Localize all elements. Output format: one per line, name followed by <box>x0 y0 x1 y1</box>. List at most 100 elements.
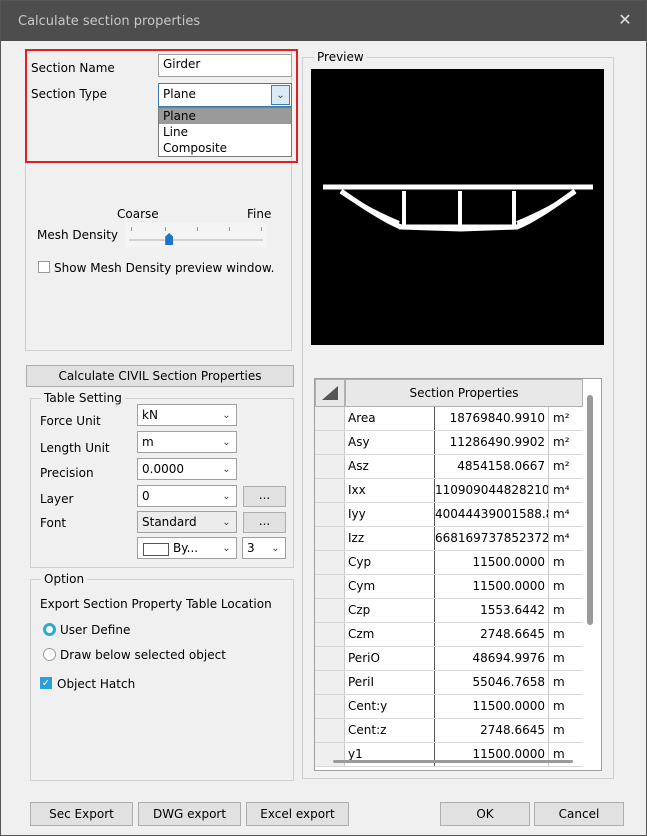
table-row[interactable]: Asy 11286490.9902 m² <box>315 431 583 455</box>
excel-export-button[interactable]: Excel export <box>246 802 349 826</box>
property-value-cell: 18769840.9910 <box>434 407 548 430</box>
row-header-cell[interactable] <box>315 407 345 430</box>
girder-shape-icon <box>323 184 593 232</box>
draw-below-radio[interactable] <box>43 648 56 661</box>
row-header-cell[interactable] <box>315 479 345 502</box>
row-header-cell[interactable] <box>315 647 345 670</box>
property-value-cell: 1553.6442 <box>434 599 548 622</box>
row-header-cell[interactable] <box>315 719 345 742</box>
length-unit-value: m <box>142 435 154 449</box>
layer-browse-button[interactable]: ... <box>243 486 286 507</box>
object-hatch-checkbox[interactable]: ✓ <box>40 677 52 689</box>
dialog-window: Calculate section properties ✕ Section N… <box>0 0 647 836</box>
dwg-export-button[interactable]: DWG export <box>138 802 241 826</box>
mesh-preview-checkbox[interactable] <box>38 261 50 273</box>
property-value-cell: 11500.0000 <box>434 551 548 574</box>
draw-below-label: Draw below selected object <box>60 648 226 662</box>
layer-label: Layer <box>40 492 74 506</box>
calculate-civil-button[interactable]: Calculate CIVIL Section Properties <box>26 365 294 387</box>
property-name-cell: Cym <box>348 579 376 593</box>
property-name-cell: PeriO <box>348 651 380 665</box>
layer-select[interactable]: 0 ⌄ <box>137 485 237 507</box>
length-unit-select[interactable]: m ⌄ <box>137 431 237 453</box>
size-value: 3 <box>247 541 255 555</box>
sec-export-button[interactable]: Sec Export <box>30 802 133 826</box>
row-header-cell[interactable] <box>315 575 345 598</box>
table-row[interactable]: Cyp 11500.0000 m <box>315 551 583 575</box>
row-header-cell[interactable] <box>315 455 345 478</box>
table-row[interactable]: Area 18769840.9910 m² <box>315 407 583 431</box>
row-header-cell[interactable] <box>315 599 345 622</box>
row-header-cell[interactable] <box>315 431 345 454</box>
slider-tick <box>165 227 166 231</box>
chevron-down-icon[interactable]: ⌄ <box>218 433 235 451</box>
force-unit-select[interactable]: kN ⌄ <box>137 404 237 426</box>
table-row[interactable]: Cent:z 2748.6645 m <box>315 719 583 743</box>
property-unit-cell: m <box>548 719 583 742</box>
property-unit-cell: m² <box>548 407 583 430</box>
horizontal-scrollbar[interactable] <box>333 760 573 763</box>
row-header-cell[interactable] <box>315 671 345 694</box>
property-value-cell: 4854158.0667 <box>434 455 548 478</box>
fine-label: Fine <box>247 207 272 221</box>
table-row[interactable]: Czp 1553.6442 m <box>315 599 583 623</box>
property-unit-cell: m <box>548 575 583 598</box>
row-header-cell[interactable] <box>315 527 345 550</box>
table-row[interactable]: PeriO 48694.9976 m <box>315 647 583 671</box>
row-header-cell[interactable] <box>315 551 345 574</box>
chevron-down-icon[interactable]: ⌄ <box>218 487 235 505</box>
property-unit-cell: m <box>548 623 583 646</box>
table-row[interactable]: Izz 668169737852372....m⁴ <box>315 527 583 551</box>
font-browse-label: ... <box>258 514 271 528</box>
chevron-down-icon[interactable]: ⌄ <box>218 513 235 531</box>
mesh-density-slider[interactable] <box>125 223 267 247</box>
coarse-label: Coarse <box>117 207 159 221</box>
chevron-down-icon[interactable]: ⌄ <box>218 539 235 557</box>
slider-track <box>129 239 263 241</box>
property-value-cell: 40044439001588.8,... <box>434 503 548 526</box>
property-value-cell: 2748.6645 <box>434 719 548 742</box>
font-select[interactable]: Standard ⌄ <box>137 511 237 533</box>
user-define-radio[interactable] <box>43 623 56 636</box>
chevron-down-icon[interactable]: ⌄ <box>267 539 284 557</box>
title-bar[interactable]: Calculate section properties ✕ <box>1 1 646 41</box>
section-preview-canvas[interactable] <box>311 69 604 345</box>
property-name-cell: PeriI <box>348 675 374 689</box>
font-browse-button[interactable]: ... <box>243 512 286 533</box>
size-select[interactable]: 3 ⌄ <box>242 537 286 559</box>
row-header-cell[interactable] <box>315 503 345 526</box>
section-properties-table[interactable]: Section Properties Area 18769840.9910 m² As… <box>314 378 602 771</box>
close-icon[interactable]: ✕ <box>616 11 634 29</box>
color-select[interactable]: By... ⌄ <box>137 537 237 559</box>
table-corner[interactable] <box>315 379 345 407</box>
vertical-scrollbar[interactable] <box>587 395 593 625</box>
slider-thumb[interactable] <box>165 233 174 245</box>
ok-button[interactable]: OK <box>440 802 530 826</box>
slider-tick <box>229 227 230 231</box>
length-unit-label: Length Unit <box>40 441 110 455</box>
table-row[interactable]: Czm 2748.6645 m <box>315 623 583 647</box>
chevron-down-icon[interactable]: ⌄ <box>218 460 235 478</box>
table-row[interactable]: y1 11500.0000 m <box>315 743 583 767</box>
precision-select[interactable]: 0.0000 ⌄ <box>137 458 237 480</box>
sec-export-label: Sec Export <box>49 807 114 821</box>
table-row[interactable]: Cent:y 11500.0000 m <box>315 695 583 719</box>
table-row[interactable]: Ixx 110909044828210....m⁴ <box>315 479 583 503</box>
mesh-density-label: Mesh Density <box>37 228 119 242</box>
cancel-button[interactable]: Cancel <box>534 802 624 826</box>
highlight-box <box>25 49 298 163</box>
chevron-down-icon[interactable]: ⌄ <box>218 406 235 424</box>
property-unit-cell: m <box>548 647 583 670</box>
color-swatch <box>143 543 169 556</box>
table-row[interactable]: Iyy 40044439001588.8,...m⁴ <box>315 503 583 527</box>
table-row[interactable]: PeriI 55046.7658 m <box>315 671 583 695</box>
property-unit-cell: m² <box>548 455 583 478</box>
property-value-cell: 11500.0000 <box>434 575 548 598</box>
row-header-cell[interactable] <box>315 623 345 646</box>
table-row[interactable]: Cym 11500.0000 m <box>315 575 583 599</box>
table-row[interactable]: Asz 4854158.0667 m² <box>315 455 583 479</box>
option-legend: Option <box>41 572 88 586</box>
row-header-cell[interactable] <box>315 695 345 718</box>
slider-tick <box>131 227 132 231</box>
color-value: By... <box>173 541 199 555</box>
